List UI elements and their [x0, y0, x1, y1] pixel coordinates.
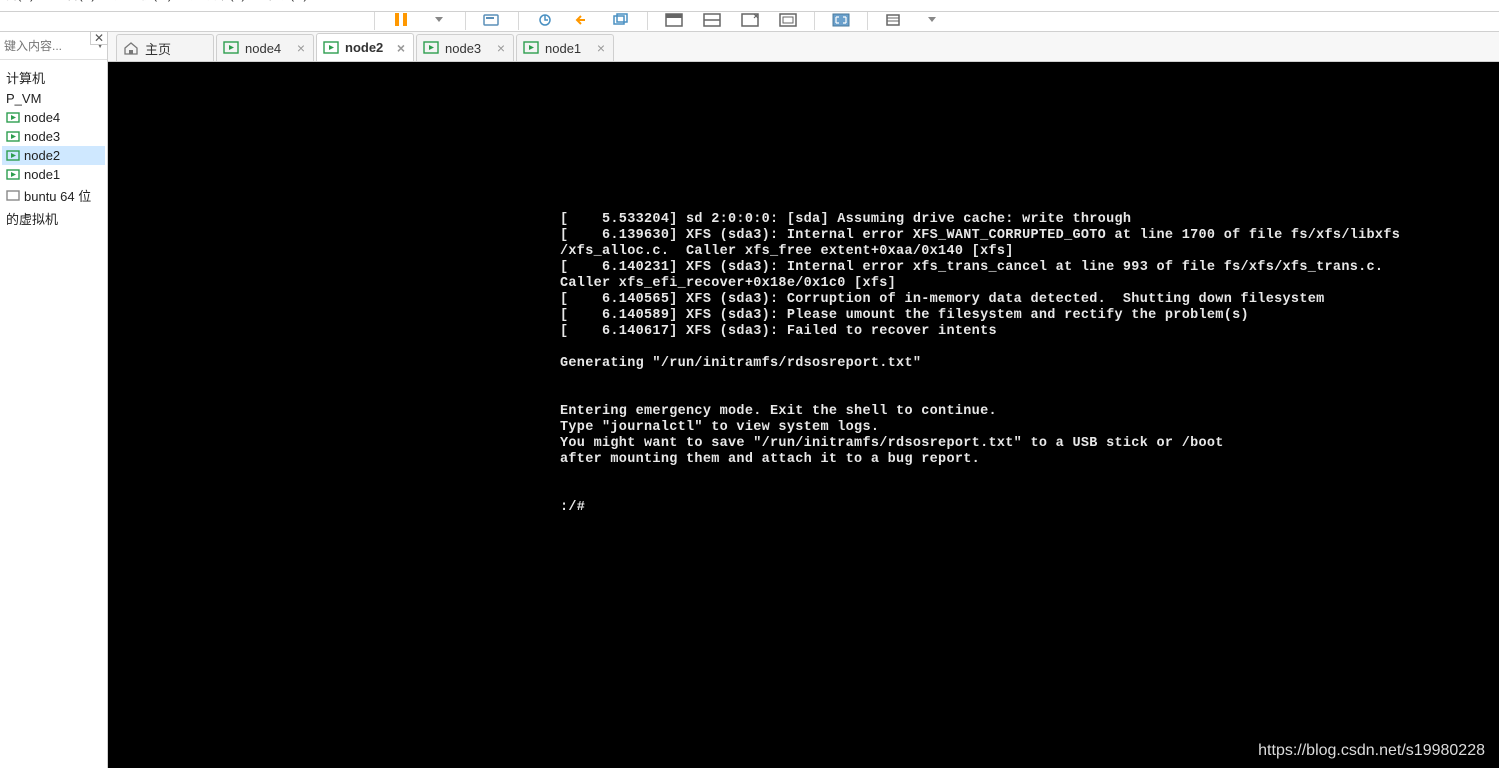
view-unity-button[interactable] — [736, 12, 764, 30]
tab-close-icon[interactable]: × — [591, 40, 605, 56]
toolbar-separator — [647, 12, 648, 30]
toolbar-separator — [867, 12, 868, 30]
toolbar-separator — [374, 12, 375, 30]
tree-item-host[interactable]: 计算机 — [2, 66, 105, 89]
menubar: 辑(E) 查看(V) 虚拟机(M) 选项卡(T) 帮助(H) — [0, 0, 1499, 12]
vm-on-icon — [223, 41, 239, 55]
toolbar-separator — [518, 12, 519, 30]
tab-vm[interactable]: node3 × — [416, 34, 514, 61]
view-stretch-button[interactable] — [774, 12, 802, 30]
tree-item-vm[interactable]: buntu 64 位 — [2, 184, 105, 207]
vm-tree: 计算机 P_VM node4 node3 node2 node1 — [0, 60, 107, 230]
tree-item-label: node4 — [24, 110, 60, 125]
vm-on-icon — [6, 131, 20, 143]
tab-vm[interactable]: node2 × — [316, 33, 414, 61]
tabstrip: 主页 node4 × node2 × node3 × node1 × — [108, 32, 1499, 62]
tree-item-label: P_VM — [6, 91, 41, 106]
fullscreen-button[interactable] — [827, 12, 855, 30]
menu-tabs[interactable]: 选项卡(T) — [190, 0, 246, 3]
view-thumbnail-button[interactable] — [698, 12, 726, 30]
sidebar-search: ▼ ✕ — [0, 32, 107, 60]
tab-label: node2 — [345, 40, 383, 55]
sidebar: ▼ ✕ 计算机 P_VM node4 node3 node2 — [0, 32, 108, 768]
vm-on-icon — [6, 112, 20, 124]
menu-edit[interactable]: 辑(E) — [4, 0, 34, 3]
tab-label: node1 — [545, 41, 581, 56]
menu-vm[interactable]: 虚拟机(M) — [114, 0, 173, 3]
vm-off-icon — [6, 190, 20, 202]
content: 主页 node4 × node2 × node3 × node1 × — [108, 32, 1499, 768]
tab-label: node4 — [245, 41, 281, 56]
tree-item-label: 计算机 — [6, 68, 45, 87]
toolbar-dropdown-icon[interactable] — [918, 12, 946, 30]
tab-vm[interactable]: node1 × — [516, 34, 614, 61]
vm-on-icon — [6, 169, 20, 181]
vm-on-icon — [423, 41, 439, 55]
vm-on-icon — [323, 41, 339, 55]
library-button[interactable] — [880, 12, 908, 30]
vm-on-icon — [6, 150, 20, 162]
view-console-button[interactable] — [660, 12, 688, 30]
tree-item-vm[interactable]: node1 — [2, 165, 105, 184]
toolbar-separator — [814, 12, 815, 30]
tab-close-icon[interactable]: × — [391, 40, 405, 56]
tree-item-label: node3 — [24, 129, 60, 144]
tree-item-label: node1 — [24, 167, 60, 182]
menu-view[interactable]: 查看(V) — [52, 0, 95, 3]
snapshot-button[interactable] — [531, 12, 559, 30]
revert-snapshot-button[interactable] — [569, 12, 597, 30]
tab-vm[interactable]: node4 × — [216, 34, 314, 61]
menu-help[interactable]: 帮助(H) — [264, 0, 308, 3]
tab-label: node3 — [445, 41, 481, 56]
tree-item-label: node2 — [24, 148, 60, 163]
tree-item-vm[interactable]: node4 — [2, 108, 105, 127]
pause-button[interactable] — [387, 12, 415, 30]
tree-item-label: 的虚拟机 — [6, 209, 58, 228]
tree-item-folder[interactable]: 的虚拟机 — [2, 207, 105, 230]
tab-close-icon[interactable]: × — [291, 40, 305, 56]
toolbar-separator — [465, 12, 466, 30]
tab-home[interactable]: 主页 — [116, 34, 214, 61]
sidebar-close-button[interactable]: ✕ — [90, 31, 108, 45]
home-icon — [123, 41, 139, 55]
tree-item-vm[interactable]: node2 — [2, 146, 105, 165]
search-input[interactable] — [0, 39, 95, 53]
terminal-console[interactable]: [ 5.533204] sd 2:0:0:0: [sda] Assuming d… — [108, 62, 1499, 768]
toolbar — [0, 12, 1499, 32]
tab-label: 主页 — [145, 39, 171, 58]
tree-item-vm[interactable]: node3 — [2, 127, 105, 146]
manage-snapshot-button[interactable] — [607, 12, 635, 30]
send-keys-button[interactable] — [478, 12, 506, 30]
toolbar-dropdown-icon[interactable] — [425, 12, 453, 30]
tree-item-folder[interactable]: P_VM — [2, 89, 105, 108]
tree-item-label: buntu 64 位 — [24, 186, 91, 205]
tab-close-icon[interactable]: × — [491, 40, 505, 56]
vm-on-icon — [523, 41, 539, 55]
